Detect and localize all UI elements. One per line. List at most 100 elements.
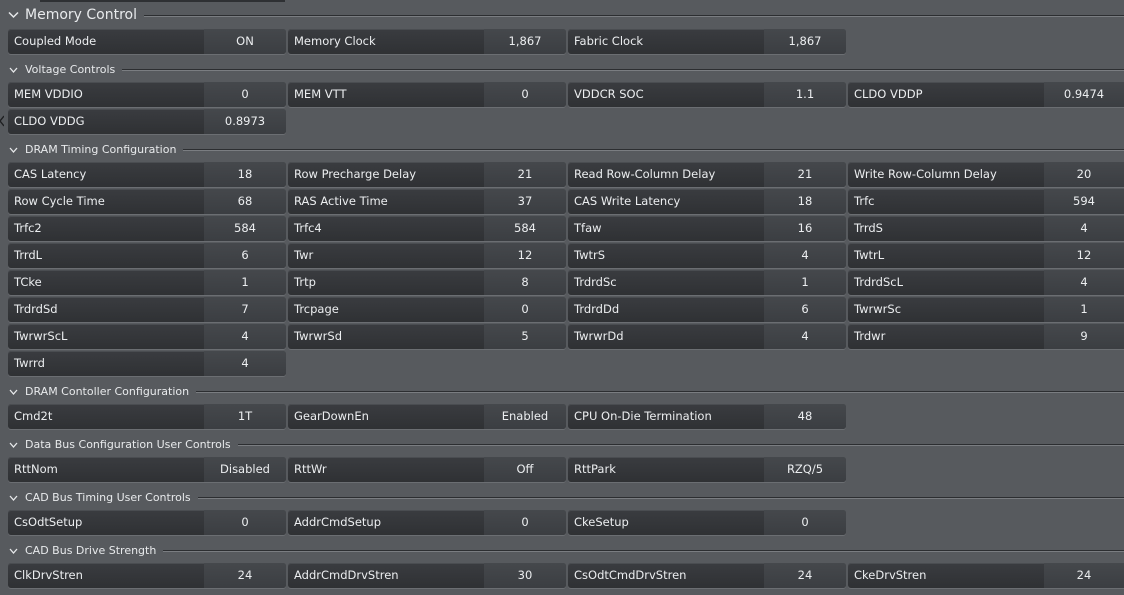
setting-value[interactable]: 1.1 bbox=[764, 82, 846, 107]
setting-coupled-mode[interactable]: Coupled Mode ON bbox=[8, 29, 286, 54]
setting-value[interactable]: 1T bbox=[204, 404, 286, 429]
setting-value[interactable]: 0 bbox=[484, 297, 566, 322]
setting-trrdl[interactable]: TrrdL 6 bbox=[8, 243, 286, 268]
setting-value[interactable]: 0 bbox=[484, 510, 566, 535]
section-voltage-controls[interactable]: Voltage Controls bbox=[7, 63, 1124, 76]
chevron-down-icon[interactable] bbox=[7, 385, 20, 398]
setting-twrwrscl[interactable]: TwrwrScL 4 bbox=[8, 324, 286, 349]
setting-cmd2t[interactable]: Cmd2t 1T bbox=[8, 404, 286, 429]
setting-rttwr[interactable]: RttWr Off bbox=[288, 457, 566, 482]
chevron-down-icon[interactable] bbox=[7, 63, 20, 76]
setting-value[interactable]: 30 bbox=[484, 563, 566, 588]
setting-value[interactable]: 18 bbox=[204, 162, 286, 187]
setting-twrwrdd[interactable]: TwrwrDd 4 bbox=[568, 324, 846, 349]
setting-value[interactable]: 4 bbox=[1044, 216, 1124, 241]
setting-value[interactable]: 0.8973 bbox=[204, 109, 286, 134]
setting-value[interactable]: 1 bbox=[764, 270, 846, 295]
setting-value[interactable]: 12 bbox=[1044, 243, 1124, 268]
setting-trdrdsc[interactable]: TrdrdSc 1 bbox=[568, 270, 846, 295]
setting-trdrdscl[interactable]: TrdrdScL 4 bbox=[848, 270, 1124, 295]
setting-tcke[interactable]: TCke 1 bbox=[8, 270, 286, 295]
setting-value[interactable]: 4 bbox=[204, 324, 286, 349]
setting-cas-write-latency[interactable]: CAS Write Latency 18 bbox=[568, 189, 846, 214]
section-data-bus[interactable]: Data Bus Configuration User Controls bbox=[7, 438, 1124, 451]
setting-twr[interactable]: Twr 12 bbox=[288, 243, 566, 268]
setting-cas-latency[interactable]: CAS Latency 18 bbox=[8, 162, 286, 187]
setting-value[interactable]: 1,867 bbox=[764, 29, 846, 54]
setting-trdrddd[interactable]: TrdrdDd 6 bbox=[568, 297, 846, 322]
setting-mem-vddio[interactable]: MEM VDDIO 0 bbox=[8, 82, 286, 107]
collapse-arrow-icon[interactable] bbox=[0, 115, 5, 127]
setting-value[interactable]: 6 bbox=[204, 243, 286, 268]
setting-value[interactable]: Off bbox=[484, 457, 566, 482]
setting-memory-clock[interactable]: Memory Clock 1,867 bbox=[288, 29, 566, 54]
setting-fabric-clock[interactable]: Fabric Clock 1,867 bbox=[568, 29, 846, 54]
setting-twrwrsd[interactable]: TwrwrSd 5 bbox=[288, 324, 566, 349]
chevron-down-icon[interactable] bbox=[7, 143, 20, 156]
setting-twtrs[interactable]: TwtrS 4 bbox=[568, 243, 846, 268]
setting-value[interactable]: 584 bbox=[204, 216, 286, 241]
setting-value[interactable]: Enabled bbox=[484, 404, 566, 429]
setting-value[interactable]: 0 bbox=[484, 82, 566, 107]
section-dram-controller[interactable]: DRAM Contoller Configuration bbox=[7, 385, 1124, 398]
setting-value[interactable]: 24 bbox=[204, 563, 286, 588]
setting-cldo-vddg[interactable]: CLDO VDDG 0.8973 bbox=[8, 109, 286, 134]
setting-value[interactable]: 20 bbox=[1044, 162, 1124, 187]
setting-trfc4[interactable]: Trfc4 584 bbox=[288, 216, 566, 241]
setting-value[interactable]: 21 bbox=[484, 162, 566, 187]
setting-value[interactable]: 9 bbox=[1044, 324, 1124, 349]
section-cad-bus-drive[interactable]: CAD Bus Drive Strength bbox=[7, 544, 1124, 557]
setting-twrrd[interactable]: Twrrd 4 bbox=[8, 351, 286, 376]
setting-value[interactable]: 1 bbox=[204, 270, 286, 295]
chevron-down-icon[interactable] bbox=[7, 9, 20, 22]
setting-value[interactable]: 7 bbox=[204, 297, 286, 322]
setting-addrcmdsetup[interactable]: AddrCmdSetup 0 bbox=[288, 510, 566, 535]
setting-value[interactable]: 48 bbox=[764, 404, 846, 429]
setting-trtp[interactable]: Trtp 8 bbox=[288, 270, 566, 295]
setting-row-precharge-delay[interactable]: Row Precharge Delay 21 bbox=[288, 162, 566, 187]
setting-value[interactable]: 37 bbox=[484, 189, 566, 214]
section-memory-control[interactable]: Memory Control bbox=[7, 7, 1124, 23]
setting-value[interactable]: 4 bbox=[204, 351, 286, 376]
setting-value[interactable]: 6 bbox=[764, 297, 846, 322]
setting-value[interactable]: 5 bbox=[484, 324, 566, 349]
chevron-down-icon[interactable] bbox=[7, 491, 20, 504]
setting-ckesetup[interactable]: CkeSetup 0 bbox=[568, 510, 846, 535]
setting-trfc2[interactable]: Trfc2 584 bbox=[8, 216, 286, 241]
setting-twtrl[interactable]: TwtrL 12 bbox=[848, 243, 1124, 268]
setting-value[interactable]: Disabled bbox=[204, 457, 286, 482]
setting-csodtcmddrvstren[interactable]: CsOdtCmdDrvStren 24 bbox=[568, 563, 846, 588]
setting-trrds[interactable]: TrrdS 4 bbox=[848, 216, 1124, 241]
setting-value[interactable]: 1 bbox=[1044, 297, 1124, 322]
setting-value[interactable]: 8 bbox=[484, 270, 566, 295]
setting-value[interactable]: 584 bbox=[484, 216, 566, 241]
setting-value[interactable]: 0 bbox=[764, 510, 846, 535]
setting-value[interactable]: RZQ/5 bbox=[764, 457, 846, 482]
setting-trcpage[interactable]: Trcpage 0 bbox=[288, 297, 566, 322]
setting-cldo-vddp[interactable]: CLDO VDDP 0.9474 bbox=[848, 82, 1124, 107]
setting-rttpark[interactable]: RttPark RZQ/5 bbox=[568, 457, 846, 482]
setting-write-row-column-delay[interactable]: Write Row-Column Delay 20 bbox=[848, 162, 1124, 187]
setting-rttnom[interactable]: RttNom Disabled bbox=[8, 457, 286, 482]
setting-vddcr-soc[interactable]: VDDCR SOC 1.1 bbox=[568, 82, 846, 107]
setting-value[interactable]: 24 bbox=[764, 563, 846, 588]
setting-twrwrsc[interactable]: TwrwrSc 1 bbox=[848, 297, 1124, 322]
setting-value[interactable]: 18 bbox=[764, 189, 846, 214]
setting-value[interactable]: 0 bbox=[204, 510, 286, 535]
setting-value[interactable]: 12 bbox=[484, 243, 566, 268]
setting-tfaw[interactable]: Tfaw 16 bbox=[568, 216, 846, 241]
chevron-down-icon[interactable] bbox=[7, 438, 20, 451]
setting-trfc[interactable]: Trfc 594 bbox=[848, 189, 1124, 214]
setting-trdrdsd[interactable]: TrdrdSd 7 bbox=[8, 297, 286, 322]
setting-value[interactable]: 0 bbox=[204, 82, 286, 107]
setting-clkdrvstren[interactable]: ClkDrvStren 24 bbox=[8, 563, 286, 588]
section-cad-bus-timing[interactable]: CAD Bus Timing User Controls bbox=[7, 491, 1124, 504]
setting-addrcmddrvstren[interactable]: AddrCmdDrvStren 30 bbox=[288, 563, 566, 588]
chevron-down-icon[interactable] bbox=[7, 544, 20, 557]
setting-geardownen[interactable]: GearDownEn Enabled bbox=[288, 404, 566, 429]
section-dram-timing[interactable]: DRAM Timing Configuration bbox=[7, 143, 1124, 156]
setting-ckedrvstren[interactable]: CkeDrvStren 24 bbox=[848, 563, 1124, 588]
setting-trdwr[interactable]: Trdwr 9 bbox=[848, 324, 1124, 349]
setting-value[interactable]: 0.9474 bbox=[1044, 82, 1124, 107]
setting-value[interactable]: 594 bbox=[1044, 189, 1124, 214]
